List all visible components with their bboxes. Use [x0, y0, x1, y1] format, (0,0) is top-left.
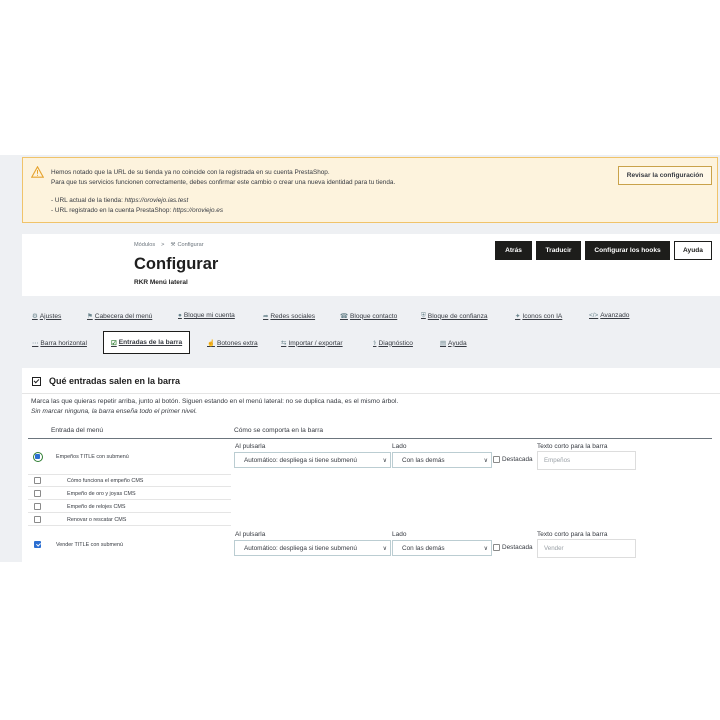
subitem-label: Renovar o rescatar CMS: [67, 517, 127, 523]
translate-button[interactable]: Traducir: [536, 241, 581, 260]
breadcrumb: Módulos > ⚒ Configurar: [134, 242, 204, 248]
row-checkbox-empenos[interactable]: [33, 452, 43, 462]
chevron-down-icon: ∨: [483, 458, 488, 464]
lado-label: Lado: [392, 443, 407, 450]
tab-iconos-ia[interactable]: ✦ Iconos con IA: [515, 312, 562, 321]
check-square-icon: ☑: [111, 339, 117, 347]
tab-bloque-confianza[interactable]: ⛨ Bloque de confianza: [421, 312, 488, 320]
breadcrumb-modules[interactable]: Módulos: [134, 242, 155, 248]
chevron-down-icon: ∨: [382, 546, 387, 552]
row-separator: [28, 512, 231, 513]
lado-select[interactable]: Con las demás ∨: [392, 540, 492, 556]
al-pulsarla-select[interactable]: Automático: despliega si tiene submenú ∨: [234, 452, 391, 468]
registered-url-value: https://oroviejo.es: [172, 207, 224, 214]
card-divider: [22, 393, 720, 394]
card-header: Qué entradas salen en la barra: [32, 376, 180, 386]
alert-current-url: - URL actual de la tienda: https://orovi…: [51, 197, 189, 204]
tab-ayuda[interactable]: ▤ Ayuda: [440, 339, 467, 348]
table-header-line: [28, 438, 712, 439]
texto-corto-label: Texto corto para la barra: [537, 443, 608, 450]
chevron-down-icon: ∨: [483, 546, 488, 552]
texto-corto-input[interactable]: Vender: [537, 539, 636, 558]
texto-corto-input[interactable]: Empeños: [537, 451, 636, 470]
subitem-label: Empeño de oro y joyas CMS: [67, 491, 136, 497]
row-separator: [28, 499, 231, 500]
entries-card: Qué entradas salen en la barra Marca las…: [22, 368, 720, 562]
intro-line-1: Marca las que quieras repetir arriba, ju…: [31, 398, 399, 405]
magic-wand-icon: ✦: [515, 313, 521, 320]
lado-select[interactable]: Con las demás ∨: [392, 452, 492, 468]
help-button[interactable]: Ayuda: [674, 241, 712, 260]
page-title: Configurar: [134, 255, 219, 273]
row-separator: [28, 525, 231, 526]
row-label-vender: Vender TITLE con submenú: [56, 542, 124, 548]
tab-mi-cuenta[interactable]: ● Bloque mi cuenta: [178, 312, 235, 319]
row-separator: [28, 486, 231, 487]
destacada-toggle[interactable]: Destacada: [493, 456, 533, 463]
intro-line-2: Sin marcar ninguna, la barra enseña todo…: [31, 408, 198, 415]
store-url-warning: Hemos notado que la URL de su tienda ya …: [22, 157, 718, 223]
back-button[interactable]: Atrás: [495, 241, 532, 260]
subitem-checkbox[interactable]: [34, 477, 41, 484]
breadcrumb-link-icon: ⚒: [170, 242, 176, 248]
warning-icon: [31, 166, 44, 178]
row-separator: [28, 474, 231, 475]
lado-label: Lado: [392, 531, 407, 538]
alert-line-2: Para que tus servicios funcionen correct…: [51, 179, 396, 186]
ellipsis-icon: ⋯: [32, 340, 39, 347]
configure-hooks-button[interactable]: Configurar los hooks: [585, 241, 670, 260]
tab-entradas-barra[interactable]: ☑ Entradas de la barra: [103, 331, 191, 354]
tab-avanzado[interactable]: </> Avanzado: [589, 312, 629, 319]
row-label-empenos: Empeños TITLE con submenú: [56, 454, 129, 460]
tab-ajustes[interactable]: ⚙ Ajustes: [32, 312, 61, 321]
row-checkbox-vender[interactable]: [34, 541, 41, 548]
admin-frame: Hemos notado que la URL de su tienda ya …: [0, 155, 720, 562]
col-header-entry: Entrada del menú: [51, 427, 104, 434]
tab-importar-exportar[interactable]: ⇆ Importar / exportar: [281, 339, 343, 348]
al-pulsarla-select[interactable]: Automático: despliega si tiene submenú ∨: [234, 540, 391, 556]
tab-diagnostico[interactable]: ⚕ Diagnóstico: [373, 339, 413, 348]
chevron-down-icon: ∨: [382, 458, 387, 464]
gears-icon: ⚙: [32, 313, 38, 320]
book-icon: ▤: [440, 340, 447, 347]
page-header: Módulos > ⚒ Configurar Configurar RKR Menú …: [22, 234, 720, 296]
subitem-checkbox[interactable]: [34, 490, 41, 497]
al-pulsarla-label: Al pulsarla: [235, 531, 266, 538]
destacada-toggle[interactable]: Destacada: [493, 544, 533, 551]
card-intro: Marca las que quieras repetir arriba, ju…: [31, 397, 398, 417]
subitem-label: Cómo funciona el empeño CMS: [67, 478, 144, 484]
col-header-behaviour: Cómo se comporta en la barra: [234, 427, 324, 434]
exchange-icon: ⇆: [281, 340, 287, 347]
tab-cabecera[interactable]: ⚑ Cabecera del menú: [87, 312, 152, 321]
code-icon: </>: [589, 312, 599, 319]
destacada-checkbox[interactable]: [493, 544, 500, 551]
subitem-checkbox[interactable]: [34, 503, 41, 510]
module-name: RKR Menú lateral: [134, 279, 188, 286]
review-configuration-button[interactable]: Revisar la configuración: [618, 166, 712, 185]
share-icon: ➦: [263, 313, 269, 320]
alert-registered-url: - URL registrado en la cuenta PrestaShop…: [51, 207, 224, 214]
current-url-value: https://oroviejo.ias.test: [124, 197, 189, 204]
subitem-checkbox[interactable]: [34, 516, 41, 523]
flag-icon: ⚑: [87, 313, 93, 320]
texto-corto-label: Texto corto para la barra: [537, 531, 608, 538]
tab-bloque-contacto[interactable]: ☎ Bloque contacto: [340, 312, 397, 321]
pointer-icon: ☝: [207, 340, 215, 347]
card-title: Qué entradas salen en la barra: [49, 376, 181, 386]
stethoscope-icon: ⚕: [373, 340, 377, 347]
tab-botones-extra[interactable]: ☝ Botones extra: [207, 339, 258, 348]
al-pulsarla-label: Al pulsarla: [235, 443, 266, 450]
destacada-checkbox[interactable]: [493, 456, 500, 463]
phone-icon: ☎: [340, 313, 348, 320]
user-icon: ●: [178, 312, 182, 319]
tab-barra-horizontal[interactable]: ⋯ Barra horizontal: [32, 339, 87, 348]
breadcrumb-configure: Configurar: [177, 242, 204, 248]
shield-icon: ⛨: [421, 312, 426, 319]
check-square-icon: [32, 376, 41, 386]
alert-line-1: Hemos notado que la URL de su tienda ya …: [51, 169, 330, 176]
tab-redes-sociales[interactable]: ➦ Redes sociales: [263, 312, 315, 321]
subitem-label: Empeño de relojes CMS: [67, 504, 126, 510]
